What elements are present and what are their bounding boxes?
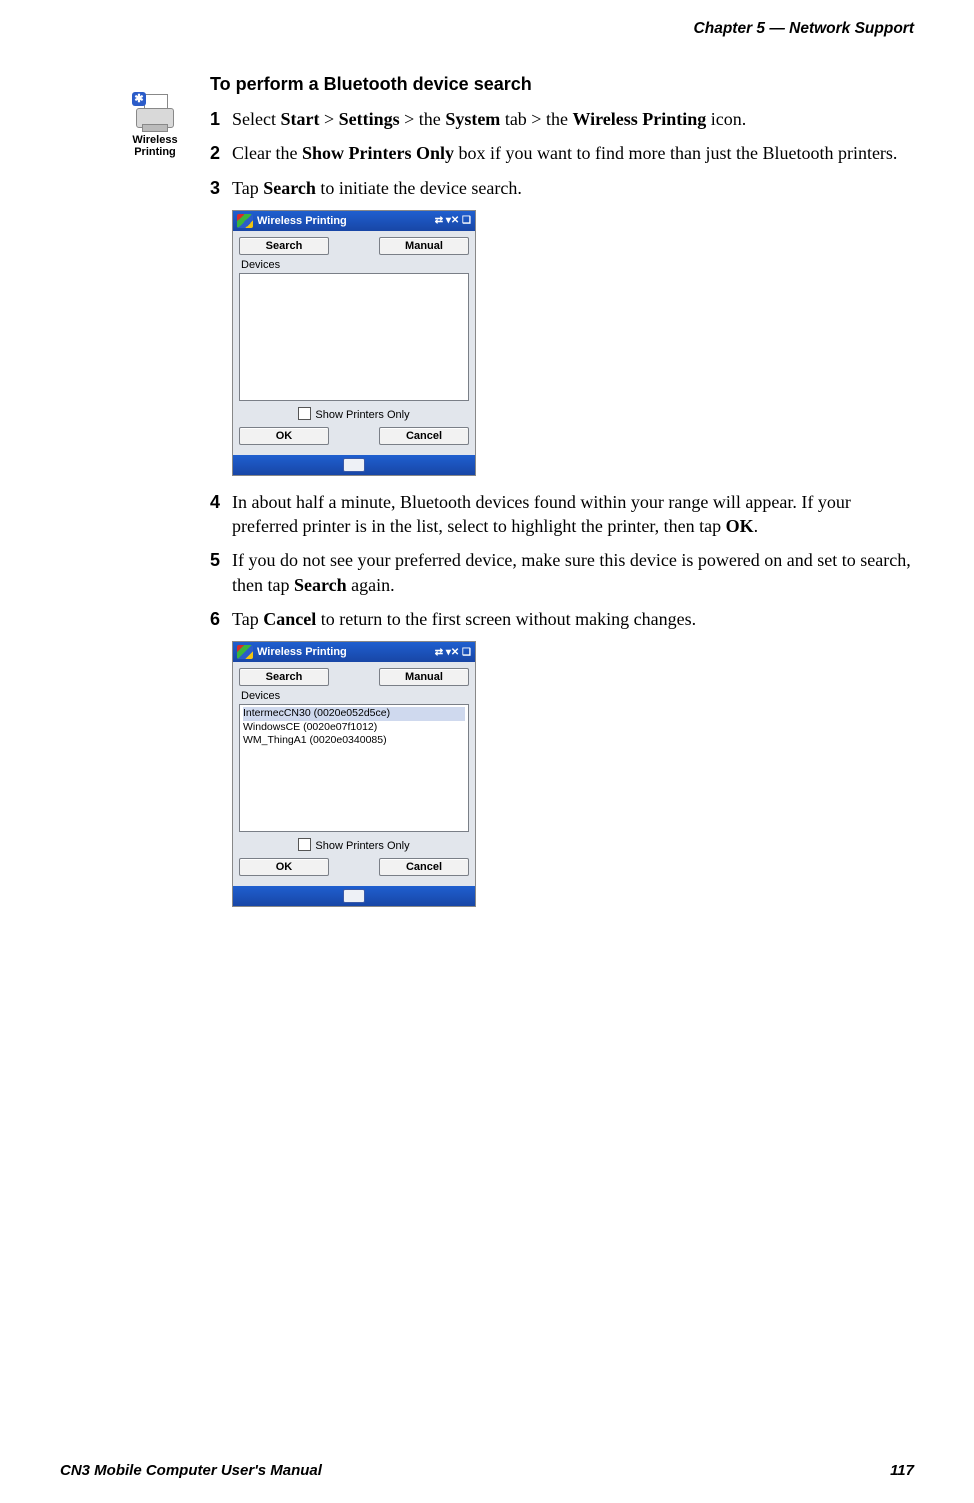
bold-search: Search [263,178,316,198]
cancel-button[interactable]: Cancel [379,427,469,445]
step-5: 5 If you do not see your preferred devic… [210,548,914,597]
screenshot-empty-device-list: Wireless Printing ⇄ ▾✕ ❑ Search Manual D… [232,210,476,476]
devices-label: Devices [241,690,469,702]
bold-wireless-printing: Wireless Printing [572,109,706,129]
device-item[interactable]: WM_ThingA1 (0020e0340085) [243,734,465,747]
text: again. [347,575,395,595]
section-title: To perform a Bluetooth device search [210,74,914,95]
step-3: 3 Tap Search to initiate the device sear… [210,176,914,200]
bold-start: Start [280,109,319,129]
devices-list[interactable]: IntermecCN30 (0020e052d5ce) WindowsCE (0… [239,704,469,832]
text: box if you want to find more than just t… [454,143,897,163]
show-printers-label: Show Printers Only [315,409,409,421]
bold-settings: Settings [339,109,400,129]
step-text: Clear the Show Printers Only box if you … [232,141,914,165]
manual-button[interactable]: Manual [379,237,469,255]
devices-list[interactable] [239,273,469,401]
search-button[interactable]: Search [239,668,329,686]
device-item-selected[interactable]: IntermecCN30 (0020e052d5ce) [243,707,465,720]
show-printers-checkbox[interactable] [298,407,311,420]
device-item[interactable]: WindowsCE (0020e07f1012) [243,721,465,734]
printer-icon: ✱ [130,92,180,132]
bold-show-printers-only: Show Printers Only [302,143,454,163]
bold-search: Search [294,575,347,595]
step-text: If you do not see your preferred device,… [232,548,914,597]
manual-button[interactable]: Manual [379,668,469,686]
text: > the [400,109,446,129]
search-button[interactable]: Search [239,237,329,255]
text: > [319,109,338,129]
step-num: 3 [210,176,232,200]
step-text: In about half a minute, Bluetooth device… [232,490,914,539]
step-1: 1 Select Start > Settings > the System t… [210,107,914,131]
text: to return to the first screen without ma… [316,609,696,629]
step-num: 2 [210,141,232,165]
step-num: 6 [210,607,232,631]
wireless-printing-app-icon: ✱ Wireless Printing [120,92,190,158]
show-printers-checkbox[interactable] [298,838,311,851]
wm-bottombar [233,455,475,475]
step-text: Tap Cancel to return to the first screen… [232,607,914,631]
step-num: 5 [210,548,232,597]
step-4: 4 In about half a minute, Bluetooth devi… [210,490,914,539]
cancel-button[interactable]: Cancel [379,858,469,876]
text: Select [232,109,280,129]
text: Clear the [232,143,302,163]
step-text: Select Start > Settings > the System tab… [232,107,914,131]
icon-label-line2: Printing [120,146,190,158]
wm-titlebar: Wireless Printing ⇄ ▾✕ ❑ [233,211,475,231]
wm-bottombar [233,886,475,906]
page-number: 117 [890,1462,914,1479]
step-2: 2 Clear the Show Printers Only box if yo… [210,141,914,165]
text: Tap [232,609,263,629]
status-icons: ⇄ ▾✕ ❑ [435,215,471,226]
step-num: 1 [210,107,232,131]
footer-manual-title: CN3 Mobile Computer User's Manual [60,1462,322,1479]
wm-titlebar: Wireless Printing ⇄ ▾✕ ❑ [233,642,475,662]
step-6: 6 Tap Cancel to return to the first scre… [210,607,914,631]
text: Tap [232,178,263,198]
keyboard-icon[interactable] [343,458,365,472]
status-icons: ⇄ ▾✕ ❑ [435,647,471,658]
devices-label: Devices [241,259,469,271]
screenshot-populated-device-list: Wireless Printing ⇄ ▾✕ ❑ Search Manual D… [232,641,476,907]
wm-title: Wireless Printing [257,215,431,227]
text: tab > the [500,109,572,129]
ok-button[interactable]: OK [239,858,329,876]
bold-system: System [445,109,500,129]
ok-button[interactable]: OK [239,427,329,445]
text: . [754,516,759,536]
bluetooth-badge-icon: ✱ [132,92,146,106]
start-flag-icon [237,214,253,228]
text: icon. [706,109,746,129]
icon-label-line1: Wireless [120,134,190,146]
step-num: 4 [210,490,232,539]
step-text: Tap Search to initiate the device search… [232,176,914,200]
chapter-header: Chapter 5 — Network Support [60,20,914,38]
bold-ok: OK [726,516,754,536]
wm-title: Wireless Printing [257,646,431,658]
text: to initiate the device search. [316,178,522,198]
keyboard-icon[interactable] [343,889,365,903]
start-flag-icon [237,645,253,659]
bold-cancel: Cancel [263,609,316,629]
show-printers-label: Show Printers Only [315,840,409,852]
